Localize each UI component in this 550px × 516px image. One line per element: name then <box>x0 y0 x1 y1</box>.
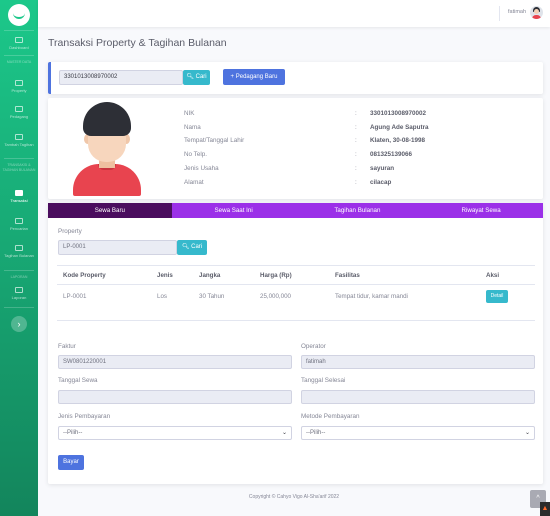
cell-fasilitas: Tempat tidur, kamar mandi <box>335 293 408 300</box>
tab-riwayat-sewa[interactable]: Riwayat Sewa <box>419 203 543 218</box>
sidebar-divider <box>4 55 34 56</box>
col-aksi: Aksi <box>486 272 500 279</box>
topbar: fatimah <box>38 0 550 27</box>
faktur-label: Faktur <box>58 343 76 350</box>
sidebar-heading-master: MASTER DATA <box>6 60 32 64</box>
sidebar-divider <box>4 30 34 31</box>
dashboard-icon <box>15 37 23 43</box>
value-alamat: cilacap <box>370 179 392 186</box>
sidebar-item-pedagang[interactable]: Pedagang <box>0 106 38 119</box>
value-nama: Agung Ade Saputra <box>370 124 429 131</box>
value-jenis-usaha: sayuran <box>370 165 395 172</box>
search-icon <box>15 218 23 224</box>
label-telp: No Telp. <box>184 151 207 158</box>
search-icon: 🔍︎ <box>186 74 194 80</box>
sidebar-item-dashboard[interactable]: Dashboard <box>0 37 38 50</box>
tanggal-sewa-field[interactable] <box>58 390 292 404</box>
property-label: Property <box>58 228 82 235</box>
tab-tagihan-bulanan[interactable]: Tagihan Bulanan <box>296 203 420 218</box>
cell-jangka: 30 Tahun <box>199 293 225 300</box>
cari-property-button[interactable]: 🔍︎ Cari <box>177 240 207 255</box>
cash-icon <box>15 190 23 196</box>
profile-avatar <box>70 100 146 196</box>
sidebar-item-pencarian[interactable]: Pencarian <box>0 218 38 231</box>
cell-kode: LP-0001 <box>63 293 87 300</box>
cari-button[interactable]: 🔍︎ Cari <box>183 70 210 85</box>
username[interactable]: fatimah <box>508 9 526 15</box>
operator-label: Operator <box>301 343 326 350</box>
value-ttl: Klaten, 30-08-1998 <box>370 137 425 144</box>
plus-icon: + <box>230 74 235 80</box>
label-ttl: Tempat/Tanggal Lahir <box>184 137 245 144</box>
tanggal-sewa-label: Tanggal Sewa <box>58 377 98 384</box>
sidebar-item-laporan[interactable]: Laporan <box>0 287 38 300</box>
sidebar-item-transaksi[interactable]: Transaksi <box>0 190 38 203</box>
nik-search-input[interactable]: 3301013008970002 <box>59 70 183 85</box>
sidebar-divider <box>4 270 34 271</box>
label-alamat: Alamat <box>184 179 204 186</box>
tab-bar: Sewa Baru Sewa Saat Ini Tagihan Bulanan … <box>48 203 543 218</box>
sidebar-divider <box>4 307 34 308</box>
chevron-down-icon: ⌄ <box>524 430 530 436</box>
search-icon: 🔍︎ <box>181 244 190 250</box>
label-nik: NIK <box>184 110 195 117</box>
topbar-divider <box>499 6 500 21</box>
chevron-down-icon: ⌄ <box>281 430 287 436</box>
page-title: Transaksi Property & Tagihan Bulanan <box>48 37 227 49</box>
profile-card: NIK : 3301013008970002 Nama : Agung Ade … <box>48 98 543 199</box>
jenis-pembayaran-select[interactable]: --Pilih-- ⌄ <box>58 426 292 440</box>
col-fasilitas: Fasilitas <box>335 272 360 279</box>
metode-pembayaran-label: Metode Pembayaran <box>301 413 360 420</box>
detail-button[interactable]: Detail <box>486 290 508 303</box>
sidebar-item-tagihan-bulanan[interactable]: Tagihan Bulanan <box>0 245 38 258</box>
property-input[interactable]: LP-0001 <box>58 240 177 255</box>
tanggal-selesai-field[interactable] <box>301 390 535 404</box>
sidebar-heading-laporan: LAPORAN <box>10 275 28 279</box>
corner-app-icon[interactable]: ▲ <box>540 502 550 516</box>
transaction-card: Sewa Baru Sewa Saat Ini Tagihan Bulanan … <box>48 203 543 484</box>
sidebar-item-tambah-tagihan[interactable]: Tambah Tagihan <box>0 134 38 147</box>
sidebar-item-property[interactable]: Property <box>0 80 38 93</box>
value-telp: 081325139066 <box>370 151 413 158</box>
tanggal-selesai-label: Tanggal Selesai <box>301 377 346 384</box>
cell-harga: 25,000,000 <box>260 293 291 300</box>
user-icon <box>15 106 23 112</box>
sidebar-toggle-button[interactable]: › <box>11 316 27 332</box>
cell-jenis: Los <box>157 293 167 300</box>
sidebar-heading-transaksi: TRANSAKSI & TAGIHAN BULANAN <box>2 163 36 172</box>
footer-copyright: Copyright © Cahyo Vigo Al-Sha'arif 2022 <box>248 494 340 500</box>
label-nama: Nama <box>184 124 201 131</box>
avatar[interactable] <box>530 6 543 19</box>
add-pedagang-button[interactable]: + Pedagang Baru <box>223 69 285 85</box>
plus-file-icon <box>15 134 23 140</box>
sidebar-divider <box>4 158 34 159</box>
col-jenis: Jenis <box>157 272 173 279</box>
tab-sewa-saat-ini[interactable]: Sewa Saat Ini <box>172 203 296 218</box>
jenis-pembayaran-label: Jenis Pembayaran <box>58 413 111 420</box>
sidebar: Dashboard MASTER DATA Property Pedagang … <box>0 0 38 516</box>
col-kode-property: Kode Property <box>63 272 106 279</box>
building-icon <box>15 80 23 86</box>
label-jenis-usaha: Jenis Usaha <box>184 165 219 172</box>
calendar-icon <box>15 245 23 251</box>
search-card: 3301013008970002 🔍︎ Cari + Pedagang Baru <box>48 62 543 94</box>
metode-pembayaran-select[interactable]: --Pilih-- ⌄ <box>301 426 535 440</box>
operator-field[interactable]: fatimah <box>301 355 535 369</box>
report-icon <box>15 287 23 293</box>
col-jangka: Jangka <box>199 272 221 279</box>
faktur-field[interactable]: SW0801220001 <box>58 355 292 369</box>
bayar-button[interactable]: Bayar <box>58 455 84 470</box>
col-harga: Harga (Rp) <box>260 272 292 279</box>
chevron-up-icon: ^ <box>536 495 540 502</box>
tab-sewa-baru[interactable]: Sewa Baru <box>48 203 172 218</box>
value-nik: 3301013008970002 <box>370 110 427 117</box>
brand-logo-icon[interactable] <box>8 4 30 26</box>
